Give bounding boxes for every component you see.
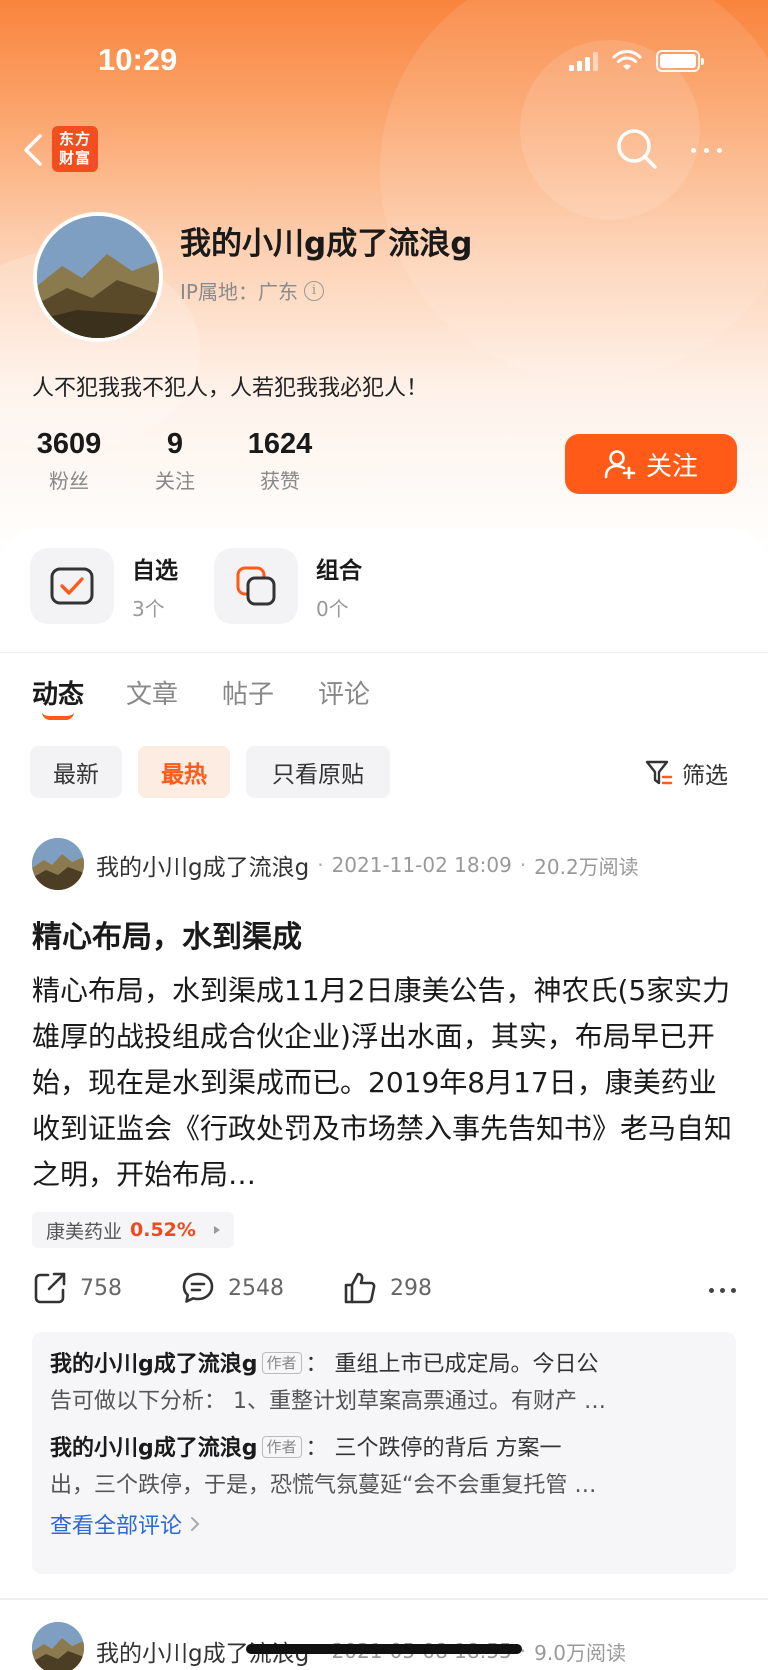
tab-posts[interactable]: 帖子 [222, 674, 274, 711]
info-icon[interactable]: i [303, 280, 324, 301]
stat-following[interactable]: 9 关注 [148, 428, 202, 494]
post-reads: 20.2万阅读 [534, 854, 639, 879]
comment-line: 我的小川g成了流浪g 作者： 重组上市已成定局。今日公 [50, 1346, 718, 1383]
comment-text: ： 三个跌停的背后 方案一 [305, 1436, 562, 1461]
post-body[interactable]: 精心布局，水到渠成11月2日康美公告，神农氏(5家实力雄厚的战投组成合伙企业)浮… [32, 968, 734, 1198]
stat-label: 关注 [155, 469, 195, 493]
stat-label: 获赞 [260, 469, 300, 493]
quick-link-title: 自选 [132, 557, 178, 584]
post-author-avatar[interactable] [32, 1622, 84, 1670]
comment-preview[interactable]: 我的小川g成了流浪g 作者： 重组上市已成定局。今日公 告可做以下分析： 1、重整… [32, 1332, 736, 1574]
post-actions: 758 2548 298 [32, 1270, 736, 1314]
stat-value: 1624 [247, 428, 313, 460]
stat-label: 粉丝 [49, 469, 89, 493]
stock-name: 康美药业 [46, 1220, 123, 1243]
status-icons [569, 50, 704, 72]
tab-dynamics[interactable]: 动态 [32, 674, 84, 711]
tab-articles[interactable]: 文章 [126, 674, 178, 711]
ip-location: IP属地：广东 i [180, 276, 324, 305]
status-time: 10:29 [98, 42, 178, 77]
profile-name: 我的小川g成了流浪g [180, 226, 473, 262]
view-all-comments-link[interactable]: 查看全部评论 [50, 1508, 718, 1540]
home-indicator[interactable] [246, 1644, 522, 1654]
portfolio-icon [214, 548, 298, 624]
comment-icon [182, 1272, 214, 1303]
quick-link-count: 3个 [132, 596, 165, 621]
search-icon[interactable] [614, 126, 660, 172]
like-count: 298 [390, 1275, 432, 1301]
chip-latest[interactable]: 最新 [30, 746, 122, 798]
like-icon [344, 1272, 376, 1304]
chip-original-only[interactable]: 只看原贴 [246, 746, 390, 798]
quick-link-portfolio[interactable]: 组合 0个 [214, 548, 362, 624]
chip-hottest[interactable]: 最热 [138, 746, 230, 798]
author-tag: 作者 [261, 1352, 302, 1374]
stock-tag[interactable]: 康美药业 0.52% [32, 1212, 234, 1248]
comment-text: 告可做以下分析： 1、重整计划草案高票通过。有财产 … [50, 1389, 606, 1414]
stock-change: 0.52% [130, 1219, 196, 1241]
divider [0, 652, 768, 653]
post-title[interactable]: 精心布局，水到渠成 [32, 912, 302, 956]
wifi-icon [612, 50, 642, 70]
profile-bio: 人不犯我我不犯人，人若犯我我必犯人！ [32, 376, 429, 401]
post-reads: 9.0万阅读 [534, 1640, 626, 1665]
play-arrow-icon [213, 1226, 220, 1234]
filter-button[interactable]: 筛选 [644, 756, 728, 790]
like-button[interactable]: 298 [342, 1270, 432, 1306]
filter-icon [645, 760, 673, 785]
view-all-label: 查看全部评论 [50, 1514, 183, 1539]
avatar[interactable] [33, 212, 163, 342]
follow-label: 关注 [645, 451, 698, 482]
add-user-icon [604, 450, 636, 479]
filter-label: 筛选 [682, 763, 728, 789]
stat-likes[interactable]: 1624 获赞 [244, 428, 316, 494]
tab-comments[interactable]: 评论 [318, 674, 370, 711]
stat-value: 9 [166, 428, 184, 460]
share-count: 758 [80, 1275, 122, 1301]
stat-followers[interactable]: 3609 粉丝 [32, 428, 106, 494]
back-icon[interactable] [16, 128, 52, 172]
quick-link-watchlist[interactable]: 自选 3个 [30, 548, 178, 624]
status-bar: 10:29 [0, 0, 768, 120]
post-more-icon[interactable] [709, 1288, 736, 1293]
post-author[interactable]: 我的小川g成了流浪g [96, 848, 309, 882]
comment-button[interactable]: 2548 [180, 1270, 284, 1306]
comment-line: 我的小川g成了流浪g 作者： 三个跌停的背后 方案一 [50, 1430, 718, 1467]
author-tag: 作者 [261, 1436, 302, 1458]
eastmoney-logo: 东方 财富 [52, 126, 98, 172]
comment-count: 2548 [228, 1275, 284, 1301]
follow-button[interactable]: 关注 [565, 434, 737, 494]
active-tab-indicator [42, 712, 74, 720]
ip-label: IP属地：广东 [180, 280, 298, 304]
quick-link-count: 0个 [316, 596, 349, 621]
divider [0, 1598, 768, 1600]
stat-value: 3609 [36, 428, 102, 460]
comment-author[interactable]: 我的小川g成了流浪g [50, 1352, 258, 1377]
more-icon[interactable] [684, 134, 728, 166]
watchlist-icon [30, 548, 114, 624]
comment-text: ： 重组上市已成定局。今日公 [305, 1352, 599, 1377]
share-button[interactable]: 758 [32, 1270, 122, 1306]
share-icon [34, 1272, 66, 1304]
comment-text: 出，三个跌停，于是，恐慌气氛蔓延“会不会重复托管 … [50, 1473, 597, 1498]
cellular-signal-icon [569, 51, 598, 71]
comment-author[interactable]: 我的小川g成了流浪g [50, 1436, 258, 1461]
post-datetime: 2021-11-02 18:09 [331, 853, 512, 877]
chevron-right-icon [191, 1517, 200, 1531]
post-author-avatar[interactable] [32, 838, 84, 890]
post-meta: 我的小川g成了流浪g · 2021-11-02 18:09 · 20.2万阅读 [96, 848, 639, 882]
quick-link-title: 组合 [316, 557, 362, 584]
battery-icon [656, 50, 704, 72]
